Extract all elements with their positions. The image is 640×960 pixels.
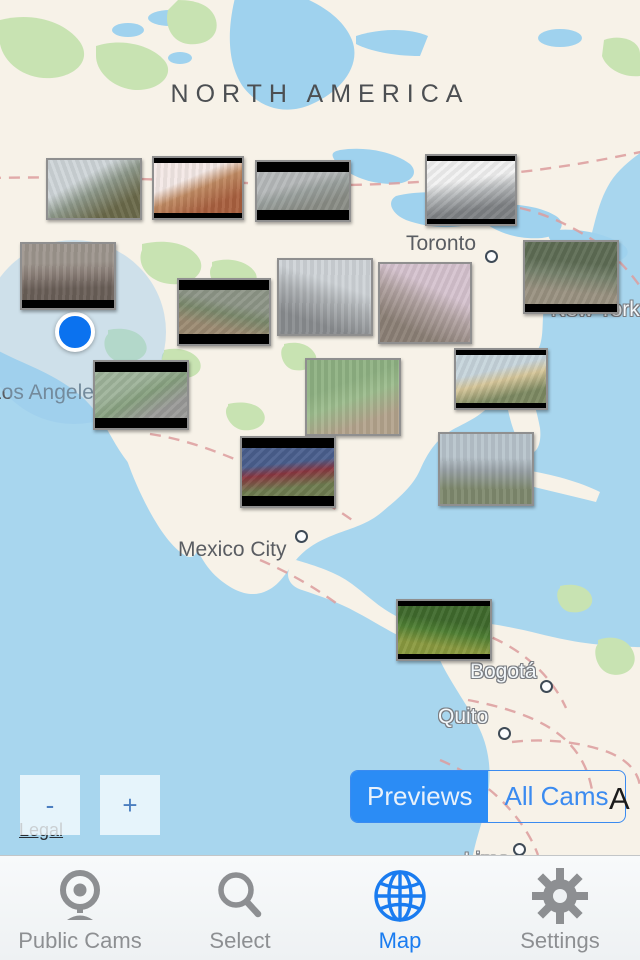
camera-thumbnail[interactable] [20,242,116,310]
camera-thumbnail[interactable] [523,240,619,314]
camera-thumbnail[interactable] [454,348,548,410]
camera-image-texture [440,434,532,504]
segment-previews[interactable]: Previews [351,771,489,822]
letterbox-bar [179,280,269,290]
camera-thumbnail[interactable] [277,258,373,336]
camera-preview-image [279,260,371,334]
city-dot-quito [498,727,511,740]
city-dot-mexico-city [295,530,308,543]
camera-image-texture [398,606,490,654]
camera-image-texture [48,160,140,218]
camera-thumbnail[interactable] [177,278,271,346]
tab-label-map: Map [378,927,422,953]
letterbox-bar [456,403,546,408]
camera-thumbnail[interactable] [438,432,534,506]
camera-image-texture [427,161,515,219]
tab-select[interactable]: Select [160,856,320,960]
zoom-out-button[interactable]: - [20,775,80,835]
camera-preview-image [380,264,470,342]
letterbox-bar [154,213,242,218]
camera-image-texture [179,290,269,334]
camera-image-texture [307,360,399,434]
letterbox-bar [427,219,515,224]
camera-image-texture [380,264,470,342]
letterbox-bar [154,158,242,163]
camera-thumbnail[interactable] [240,436,336,508]
tab-label-public-cams: Public Cams [18,927,142,953]
search-icon [212,867,268,925]
camera-thumbnail[interactable] [93,360,189,430]
camera-preview-image [95,362,187,428]
tab-bar: Public Cams Select Map Settings [0,855,640,960]
camera-thumbnail[interactable] [46,158,142,220]
letterbox-bar [179,334,269,344]
camera-preview-image [242,438,334,506]
city-dot-toronto [485,250,498,263]
camera-image-texture [242,448,334,496]
letterbox-bar [398,601,490,606]
camera-preview-image [257,162,349,220]
map-screen: NORTH AMERICA Toronto New York Los Angel… [0,0,640,960]
camera-thumbnail[interactable] [255,160,351,222]
letterbox-bar [95,418,187,428]
camera-preview-image [179,280,269,344]
letterbox-bar [242,496,334,506]
letterbox-bar [257,210,349,220]
camera-preview-image [427,156,515,224]
camera-thumbnail[interactable] [425,154,517,226]
gear-icon [532,867,588,925]
camera-image-texture [95,372,187,418]
letterbox-bar [242,438,334,448]
letterbox-bar [95,362,187,372]
map-canvas[interactable]: NORTH AMERICA Toronto New York Los Angel… [0,0,640,855]
overflow-letter-glyph: A [609,781,630,816]
letterbox-bar [456,350,546,355]
webcam-icon [52,867,108,925]
camera-preview-image [307,360,399,434]
letterbox-bar [257,162,349,172]
tab-label-select: Select [209,927,271,953]
camera-image-texture [456,355,546,403]
tab-label-settings: Settings [520,927,600,953]
zoom-in-button[interactable]: + [100,775,160,835]
globe-icon [372,867,428,925]
camera-preview-image [22,244,114,308]
tab-public-cams[interactable]: Public Cams [0,856,160,960]
camera-preview-image [48,160,140,218]
camera-preview-image [154,158,242,218]
city-dot-bogota [540,680,553,693]
camera-image-texture [154,163,242,213]
camera-image-texture [257,172,349,210]
camera-preview-image [398,601,490,659]
user-location-dot [55,312,95,352]
segment-all-cams[interactable]: All Cams [488,771,624,822]
letterbox-bar [525,304,617,312]
city-dot-lima [513,843,526,855]
letterbox-bar [398,654,490,659]
letterbox-bar [427,156,515,161]
camera-thumbnail[interactable] [378,262,472,344]
camera-preview-image [525,242,617,312]
tab-settings[interactable]: Settings [480,856,640,960]
camera-image-texture [22,244,114,300]
camera-thumbnail[interactable] [152,156,244,220]
camera-mode-segmented-control[interactable]: Previews All Cams [350,770,626,823]
camera-thumbnail[interactable] [305,358,401,436]
tab-map[interactable]: Map [320,856,480,960]
camera-thumbnail[interactable] [396,599,492,661]
camera-image-texture [279,260,371,334]
camera-image-texture [525,242,617,304]
letterbox-bar [22,300,114,308]
camera-preview-image [456,350,546,408]
camera-preview-image [440,434,532,504]
